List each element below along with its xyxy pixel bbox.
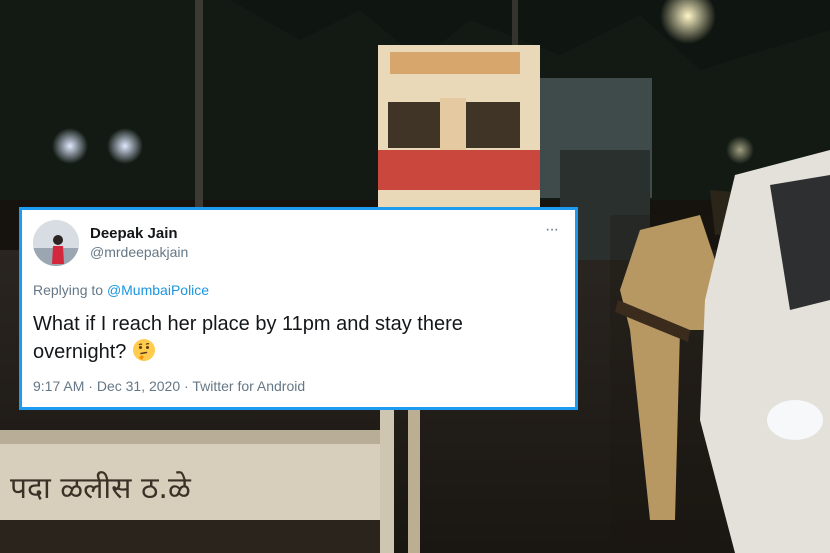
tweet-text: What if I reach her place by 11pm and st… [33, 310, 553, 366]
reply-context: Replying to @MumbaiPolice [33, 282, 209, 298]
avatar[interactable] [33, 220, 79, 266]
tweet-source[interactable]: Twitter for Android [192, 378, 305, 394]
avatar-photo [33, 220, 79, 266]
tweet-card: Deepak Jain @mrdeepakjain ··· Replying t… [19, 207, 578, 410]
more-options-icon[interactable]: ··· [545, 221, 559, 239]
barricade: पदा ळलीस ठ.ळे [0, 430, 390, 553]
tweet-text-content: What if I reach her place by 11pm and st… [33, 313, 463, 363]
display-name[interactable]: Deepak Jain [90, 225, 178, 242]
user-handle[interactable]: @mrdeepakjain [90, 244, 188, 260]
barricade-lettering: पदा ळलीस ठ.ळे [10, 471, 192, 506]
reply-prefix: Replying to [33, 282, 104, 298]
meta-separator: · [88, 378, 93, 394]
reply-mention-link[interactable]: @MumbaiPolice [107, 282, 209, 298]
thinking-face-emoji-icon [132, 339, 155, 361]
tweet-meta: 9:17 AM · Dec 31, 2020 · Twitter for And… [33, 378, 305, 394]
tweet-body: Deepak Jain @mrdeepakjain ··· Replying t… [22, 210, 575, 407]
tweet-date[interactable]: Dec 31, 2020 [97, 378, 180, 394]
tweet-time[interactable]: 9:17 AM [33, 378, 84, 394]
meta-separator-2: · [184, 378, 189, 394]
